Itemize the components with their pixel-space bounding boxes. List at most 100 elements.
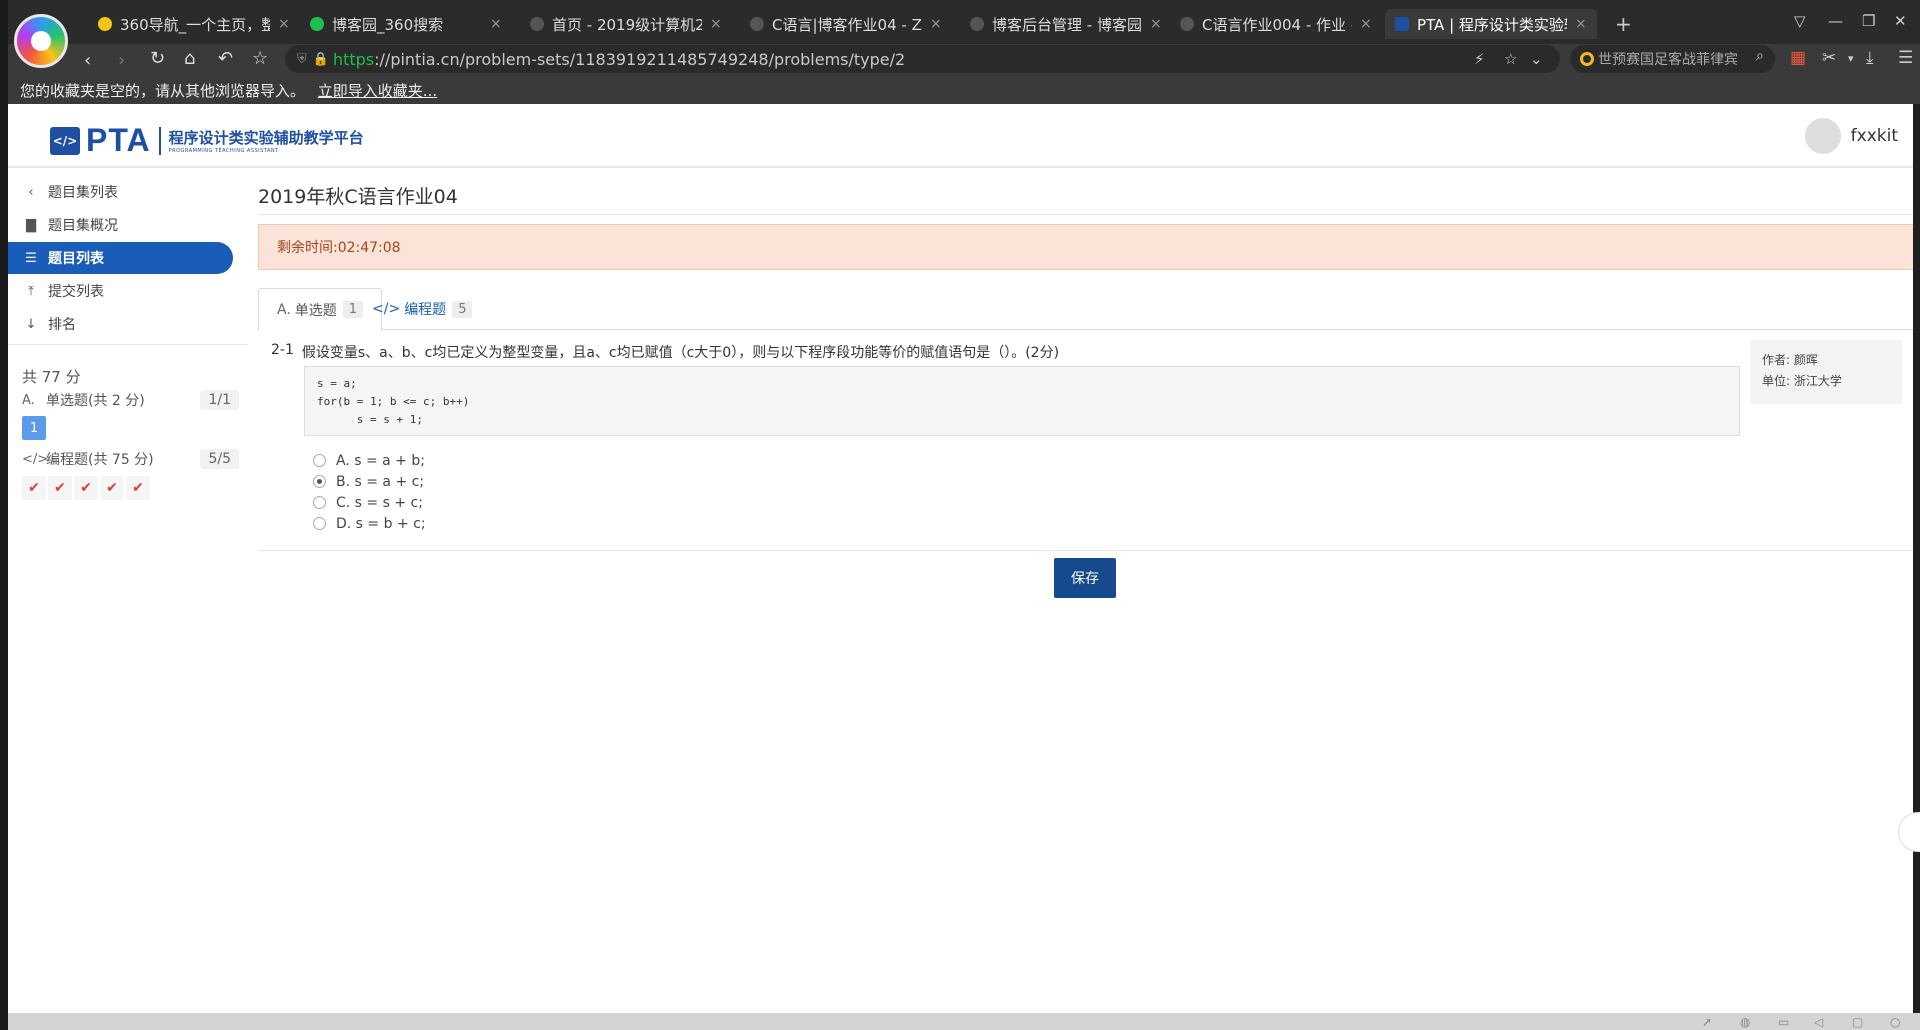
apps-grid-icon[interactable]: ▦ bbox=[1790, 48, 1806, 68]
logo-divider bbox=[158, 126, 161, 155]
username[interactable]: fxxkit bbox=[1851, 126, 1898, 146]
screenshot-dropdown-icon[interactable]: ▾ bbox=[1848, 52, 1854, 65]
page-title: 2019年秋C语言作业04 bbox=[258, 186, 458, 208]
reload-icon[interactable]: ↻ bbox=[150, 48, 165, 69]
tab-close-icon[interactable]: × bbox=[710, 16, 722, 32]
question-nav-item-done[interactable]: ✔ bbox=[74, 476, 98, 500]
option-b[interactable]: B. s = a + c; bbox=[313, 471, 426, 492]
window-icon[interactable]: ▢ bbox=[1852, 1015, 1863, 1029]
question-id: 2-1 bbox=[271, 342, 294, 358]
upload-icon: ⤒ bbox=[28, 283, 34, 299]
tab-title: 首页 - 2019级计算机2 bbox=[552, 15, 702, 34]
bookmark-page-icon[interactable]: ☆ bbox=[1504, 50, 1517, 68]
browser-logo-icon[interactable] bbox=[14, 14, 68, 68]
close-window-icon[interactable]: ✕ bbox=[1894, 12, 1907, 30]
speed-mode-icon[interactable]: ⚡ bbox=[1474, 50, 1485, 68]
sidebar-item-overview[interactable]: ▇ 题目集概况 bbox=[8, 209, 233, 241]
tab-close-icon[interactable]: × bbox=[490, 16, 502, 32]
sidebar-item-problem-list[interactable]: ☰ 题目列表 bbox=[8, 242, 233, 274]
radio-button[interactable] bbox=[313, 517, 326, 530]
browser-tab[interactable]: 博客后台管理 - 博客园 × bbox=[960, 9, 1172, 39]
browser-tab[interactable]: 博客园_360搜索 × bbox=[300, 9, 512, 39]
option-label: C. s = s + c; bbox=[336, 494, 423, 511]
tab-favicon-icon bbox=[1180, 17, 1194, 31]
sidebar-item-submissions[interactable]: ⤒ 提交列表 bbox=[8, 275, 233, 307]
search-icon[interactable]: ⌕ bbox=[1756, 48, 1764, 64]
option-d[interactable]: D. s = b + c; bbox=[313, 513, 426, 534]
question-text: 假设变量s、a、b、c均已定义为整型变量，且a、c均已赋值（c大于0），则与以下… bbox=[301, 345, 1060, 361]
question-nav-item-done[interactable]: ✔ bbox=[126, 476, 150, 500]
zoom-icon[interactable]: ○ bbox=[1890, 1015, 1900, 1029]
address-bar[interactable]: ⛨ 🔒 https ://pintia.cn/problem-sets/1183… bbox=[285, 45, 1560, 73]
browser-tab[interactable]: C语言作业004 - 作业 - × bbox=[1170, 9, 1382, 39]
favorite-star-icon[interactable]: ☆ bbox=[252, 48, 268, 69]
radio-button-checked[interactable] bbox=[313, 475, 326, 488]
browser-tab[interactable]: C语言|博客作业04 - ZK × bbox=[740, 9, 952, 39]
sidebar-item-problem-sets[interactable]: ‹ 题目集列表 bbox=[8, 176, 233, 208]
security-shield-icon: ⛨ bbox=[297, 51, 307, 67]
tab-title: PTA | 程序设计类实验辅 bbox=[1417, 15, 1567, 34]
choice-group-header: A. 单选题(共 2 分) 1/1 bbox=[22, 390, 247, 410]
tab-title: 博客园_360搜索 bbox=[332, 15, 444, 34]
tab-close-icon[interactable]: × bbox=[1150, 16, 1162, 32]
sort-icon: ↓ bbox=[25, 316, 37, 332]
minimize-icon[interactable]: — bbox=[1828, 12, 1843, 30]
avatar[interactable] bbox=[1804, 118, 1841, 154]
skin-icon[interactable]: ▽ bbox=[1794, 12, 1806, 30]
new-tab-button[interactable]: + bbox=[1615, 12, 1632, 36]
title-divider bbox=[258, 214, 1918, 215]
question-nav-item-done[interactable]: ✔ bbox=[100, 476, 124, 500]
tab-close-icon[interactable]: × bbox=[1575, 16, 1587, 32]
radio-button[interactable] bbox=[313, 454, 326, 467]
browser-tab[interactable]: 首页 - 2019级计算机2 × bbox=[520, 9, 732, 39]
tab-favicon-icon bbox=[1395, 17, 1409, 31]
tab-close-icon[interactable]: × bbox=[278, 16, 290, 32]
sidebar-divider bbox=[8, 344, 248, 345]
browser-tab[interactable]: 360导航_一个主页，整 × bbox=[88, 9, 300, 39]
window-edge bbox=[0, 0, 8, 1030]
sidebar-item-ranking[interactable]: ↓ 排名 bbox=[8, 308, 233, 340]
bookmark-bar: 您的收藏夹是空的，请从其他浏览器导入。 立即导入收藏夹... bbox=[8, 80, 1920, 104]
tab-favicon-icon bbox=[530, 17, 544, 31]
browser-tab-active[interactable]: PTA | 程序设计类实验辅 × bbox=[1385, 9, 1597, 39]
options-divider bbox=[258, 550, 1920, 551]
rocket-icon[interactable]: ➚ bbox=[1702, 1015, 1712, 1029]
home-icon[interactable]: ⌂ bbox=[184, 48, 195, 69]
option-a[interactable]: A. s = a + b; bbox=[313, 450, 426, 471]
question-nav-item-done[interactable]: ✔ bbox=[22, 476, 46, 500]
trash-icon[interactable]: ▭ bbox=[1778, 1015, 1789, 1029]
download-icon[interactable]: ⤓ bbox=[1866, 48, 1874, 68]
url-dropdown-icon[interactable]: ⌄ bbox=[1530, 50, 1543, 68]
book-icon: ▇ bbox=[26, 217, 36, 233]
pta-logo[interactable]: </> PTA 程序设计类实验辅助教学平台 PROGRAMMING TEACHI… bbox=[50, 122, 364, 159]
search-placeholder: 世预赛国足客战菲律宾 bbox=[1598, 52, 1738, 68]
code-icon: </> bbox=[372, 301, 401, 317]
volume-icon[interactable]: ◁ bbox=[1814, 1015, 1823, 1029]
question-nav-item-done[interactable]: ✔ bbox=[48, 476, 72, 500]
tab-programming[interactable]: </> 编程题 5 bbox=[354, 288, 490, 330]
option-label: D. s = b + c; bbox=[336, 515, 426, 532]
answer-options: A. s = a + b; B. s = a + c; C. s = s + c… bbox=[313, 450, 426, 534]
countdown-timer: 剩余时间:02:47:08 bbox=[258, 224, 1918, 270]
forward-icon[interactable]: › bbox=[118, 50, 125, 71]
tab-favicon-icon bbox=[750, 17, 764, 31]
sidebar-item-label: 排名 bbox=[48, 317, 76, 333]
tab-close-icon[interactable]: × bbox=[1360, 16, 1372, 32]
back-icon[interactable]: ‹ bbox=[84, 50, 91, 71]
menu-icon[interactable]: ☰ bbox=[1898, 48, 1913, 68]
url-path: ://pintia.cn/problem-sets/11839192114857… bbox=[374, 49, 906, 69]
question-nav-item[interactable]: 1 bbox=[22, 416, 46, 440]
web-page: </> PTA 程序设计类实验辅助教学平台 PROGRAMMING TEACHI… bbox=[8, 104, 1920, 1013]
site-header: </> PTA 程序设计类实验辅助教学平台 PROGRAMMING TEACHI… bbox=[8, 104, 1920, 168]
radio-button[interactable] bbox=[313, 496, 326, 509]
tab-close-icon[interactable]: × bbox=[930, 16, 942, 32]
import-bookmarks-link[interactable]: 立即导入收藏夹... bbox=[318, 82, 437, 100]
option-c[interactable]: C. s = s + c; bbox=[313, 492, 426, 513]
user-menu[interactable]: fxxkit bbox=[1804, 118, 1898, 154]
screenshot-icon[interactable]: ✂ bbox=[1822, 48, 1836, 68]
globe-icon[interactable]: ◍ bbox=[1740, 1015, 1750, 1029]
search-input[interactable]: 世预赛国足客战菲律宾 bbox=[1570, 45, 1775, 73]
restore-icon[interactable]: ❐ bbox=[1862, 12, 1875, 30]
undo-close-icon[interactable]: ↶ bbox=[218, 48, 233, 69]
save-button[interactable]: 保存 bbox=[1054, 558, 1116, 598]
